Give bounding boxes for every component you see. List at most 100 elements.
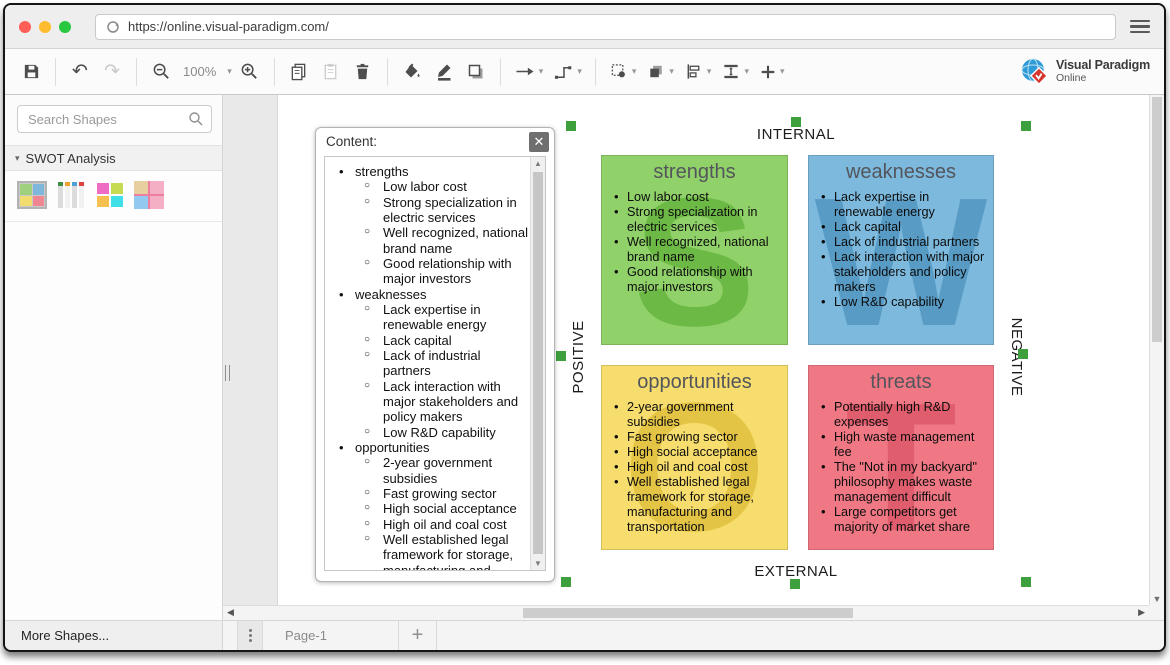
footer: More Shapes... Page-1 +: [5, 620, 1164, 650]
shape-swot-blocks[interactable]: [95, 181, 125, 209]
quadrant-list-item: High waste management fee: [819, 430, 987, 460]
paste-button[interactable]: [317, 56, 345, 88]
content-list-subitem: Well recognized, national brand name: [325, 225, 530, 256]
arrow-style-button[interactable]: ▾: [511, 56, 547, 88]
zoom-level[interactable]: 100%: [179, 64, 220, 79]
scroll-down-icon[interactable]: ▼: [531, 559, 545, 568]
table-col: [58, 182, 63, 208]
browser-menu-icon[interactable]: [1130, 20, 1150, 34]
matrix-cell-red: [33, 196, 45, 207]
sidebar-collapse-handle[interactable]: [225, 365, 230, 381]
content-scrollbar-thumb[interactable]: [533, 172, 543, 554]
fill-color-button[interactable]: [398, 56, 426, 88]
redo-button[interactable]: ↷: [98, 56, 126, 88]
canvas-vertical-scrollbar[interactable]: ▼: [1149, 95, 1164, 605]
selection-handle-bottom-center[interactable]: [790, 579, 800, 589]
content-list-item: opportunities: [325, 440, 530, 455]
quadrant-list-item: The "Not in my backyard" philosophy make…: [819, 460, 987, 505]
content-list-item: strengths: [325, 164, 530, 179]
quadrant-list-item: High oil and coal cost: [612, 460, 781, 475]
selection-handle-top-left[interactable]: [566, 121, 576, 131]
arrow-style-icon: [514, 62, 536, 81]
visual-paradigm-logo: Visual Paradigm Online: [1019, 56, 1152, 88]
shadow-button[interactable]: [462, 56, 490, 88]
undo-icon: ↶: [72, 62, 88, 81]
page-menu-icon[interactable]: [237, 621, 263, 650]
url-input[interactable]: [128, 19, 1105, 34]
close-window-button[interactable]: [19, 21, 31, 33]
arrow-style-caret-icon: ▾: [539, 66, 544, 77]
layers-button[interactable]: ▾: [643, 56, 677, 88]
selection-handle-top-center[interactable]: [791, 117, 801, 127]
axis-label-positive[interactable]: POSITIVE: [570, 312, 590, 402]
swot-threats-quadrant[interactable]: T threats Potentially high R&D expensesH…: [808, 365, 994, 550]
reload-icon[interactable]: [106, 20, 120, 34]
add-page-button[interactable]: +: [399, 621, 437, 650]
align-button[interactable]: ▾: [681, 56, 715, 88]
scroll-left-icon[interactable]: ◀: [227, 607, 234, 618]
titlebar: [5, 5, 1164, 49]
swot-weaknesses-quadrant[interactable]: W weaknesses Lack expertise in renewable…: [808, 155, 994, 345]
close-icon[interactable]: ✕: [529, 132, 549, 152]
shape-palette: [5, 171, 222, 222]
sidebar-section-swot-analysis[interactable]: ▾ SWOT Analysis: [5, 145, 222, 171]
axis-label-internal[interactable]: INTERNAL: [696, 126, 896, 143]
selection-handle-mid-right[interactable]: [1018, 349, 1028, 359]
save-button[interactable]: [17, 56, 45, 88]
content-list-subitem: Well established legal framework for sto…: [325, 532, 530, 570]
url-bar[interactable]: [95, 14, 1116, 40]
content-list-item: weaknesses: [325, 287, 530, 302]
weaknesses-list: Lack expertise in renewable energyLack c…: [819, 190, 987, 310]
distribute-caret-icon: ▾: [744, 66, 749, 77]
line-color-button[interactable]: [430, 56, 458, 88]
axis-label-external[interactable]: EXTERNAL: [696, 563, 896, 580]
diagram-canvas[interactable]: INTERNAL EXTERNAL POSITIVE NEGATIVE S st…: [223, 95, 1164, 620]
horizontal-scrollbar-thumb[interactable]: [523, 608, 853, 618]
selection-handle-bottom-right[interactable]: [1021, 577, 1031, 587]
opportunities-title: opportunities: [602, 366, 787, 394]
brand-name: Visual Paradigm: [1056, 59, 1150, 72]
distribute-button[interactable]: ▾: [718, 56, 752, 88]
shape-swot-cross[interactable]: [134, 181, 164, 209]
copy-button[interactable]: [285, 56, 313, 88]
shape-sidebar: ▾ SWOT Analysis: [5, 95, 223, 620]
more-shapes-button[interactable]: More Shapes...: [5, 620, 223, 650]
shape-swot-matrix[interactable]: [17, 181, 47, 209]
canvas-horizontal-scrollbar[interactable]: ◀ ▶: [223, 605, 1149, 620]
content-panel[interactable]: Content: ✕ strengthsLow labor costStrong…: [315, 127, 555, 582]
toolbar-separator: [274, 58, 275, 86]
swot-opportunities-quadrant[interactable]: O opportunities 2-year government subsid…: [601, 365, 788, 550]
connector-style-button[interactable]: ▾: [550, 56, 585, 88]
content-panel-body[interactable]: strengthsLow labor costStrong specializa…: [324, 156, 546, 571]
selection-handle-bottom-left[interactable]: [561, 577, 571, 587]
zoom-in-button[interactable]: [236, 56, 264, 88]
content-list-subitem: Lack interaction with major stakeholders…: [325, 379, 530, 425]
selection-handle-top-right[interactable]: [1021, 121, 1031, 131]
swot-strengths-quadrant[interactable]: S strengths Low labor costStrong special…: [601, 155, 788, 345]
minimize-window-button[interactable]: [39, 21, 51, 33]
maximize-window-button[interactable]: [59, 21, 71, 33]
content-list-subitem: Lack of industrial partners: [325, 348, 530, 379]
copy-icon: [289, 62, 308, 81]
shape-swot-table[interactable]: [56, 181, 86, 209]
browser-window: ↶ ↷ 100% ▾: [3, 3, 1166, 652]
undo-button[interactable]: ↶: [66, 56, 94, 88]
zoom-caret-icon[interactable]: ▾: [227, 66, 232, 77]
align-icon: [684, 62, 704, 81]
scroll-right-icon[interactable]: ▶: [1138, 607, 1145, 618]
scroll-up-icon[interactable]: ▲: [531, 159, 545, 168]
threats-list: Potentially high R&D expensesHigh waste …: [819, 400, 987, 535]
search-shapes-input[interactable]: [17, 105, 212, 133]
paste-icon: [321, 62, 340, 81]
vertical-scrollbar-thumb[interactable]: [1152, 97, 1162, 342]
quadrant-list-item: Lack expertise in renewable energy: [819, 190, 987, 220]
matrix-cell-green: [20, 184, 32, 195]
zoom-out-button[interactable]: [147, 56, 175, 88]
delete-button[interactable]: [349, 56, 377, 88]
insert-button[interactable]: ▾: [756, 56, 788, 88]
content-scrollbar[interactable]: ▲ ▼: [530, 157, 545, 570]
tab-page-1[interactable]: Page-1: [263, 621, 399, 650]
selection-handle-mid-left[interactable]: [556, 351, 566, 361]
selection-button[interactable]: ▾: [606, 56, 640, 88]
scroll-down-icon[interactable]: ▼: [1150, 594, 1164, 604]
